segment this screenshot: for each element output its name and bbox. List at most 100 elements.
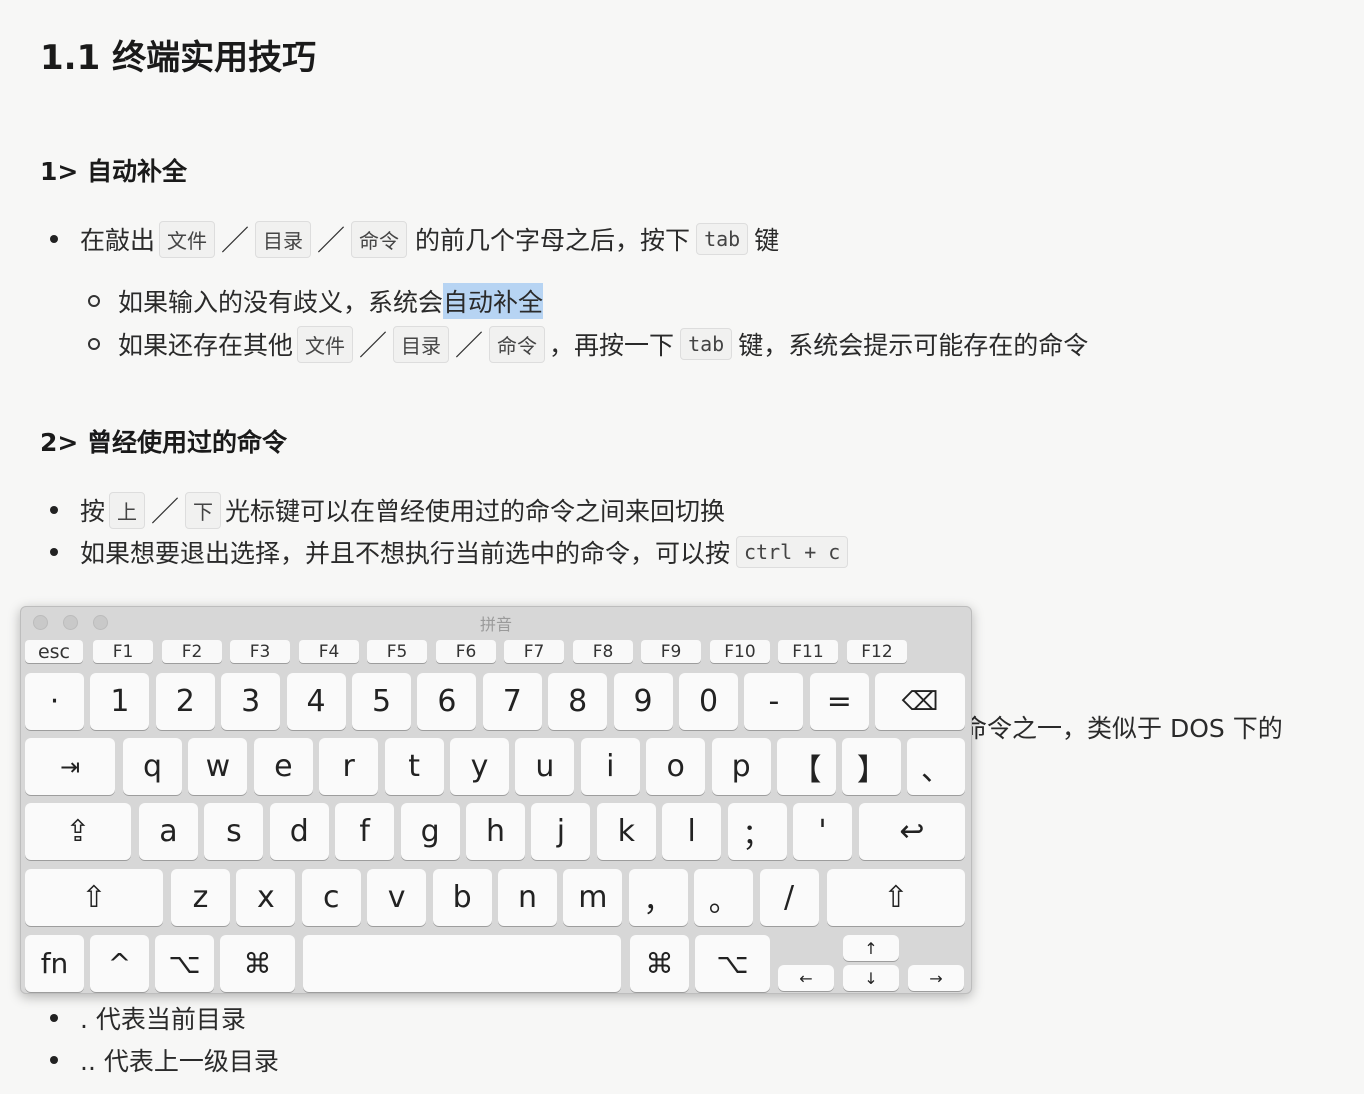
key-r2-4[interactable]: r [319,738,379,795]
key-r5-0[interactable]: fn [25,935,84,992]
key-r3-10[interactable]: ； [727,803,787,860]
key-r2-8[interactable]: i [580,738,640,795]
key-f7[interactable]: F7 [504,640,564,663]
key-r4-0[interactable]: ⇧ [25,869,163,926]
key-r1-7[interactable]: 7 [482,673,542,730]
bullet [50,548,58,556]
text: 光标键可以在曾经使用过的命令之间来回切换 [225,497,726,526]
inline-code: 目录 [255,220,312,258]
key-r3-12[interactable]: ↩ [859,803,965,860]
key-r2-5[interactable]: t [384,738,444,795]
key-r3-9[interactable]: l [662,803,722,860]
key-f11[interactable]: F11 [778,640,838,663]
key-r2-11[interactable]: 【 [777,738,836,795]
key-r5-6[interactable]: ⌥ [695,935,770,992]
key-r3-4[interactable]: f [335,803,395,860]
key-r1-1[interactable]: 1 [90,673,150,730]
key-f10[interactable]: F10 [710,640,770,663]
key-r4-3[interactable]: c [301,869,361,926]
key-r4-5[interactable]: b [432,869,492,926]
key-r4-7[interactable]: m [563,869,623,926]
key-r4-1[interactable]: z [171,869,230,926]
inline-code: 命令 [351,220,408,258]
arrow-down-key[interactable]: ↓ [843,965,899,991]
key-r4-2[interactable]: x [236,869,296,926]
key-r4-11[interactable]: ⇧ [827,869,965,926]
space-key[interactable] [303,935,621,992]
key-r2-1[interactable]: q [123,738,182,795]
key-r1-0[interactable]: · [25,673,84,730]
key-f1[interactable]: F1 [93,640,153,663]
key-r1-3[interactable]: 3 [221,673,281,730]
key-f6[interactable]: F6 [436,640,496,663]
key-r3-2[interactable]: s [204,803,264,860]
key-r2-6[interactable]: y [450,738,509,795]
key-r2-3[interactable]: e [253,738,313,795]
slash: ／ [151,495,180,528]
keyboard-title: 拼音 [479,615,512,634]
key-r4-6[interactable]: n [498,869,557,926]
key-r1-10[interactable]: 0 [679,673,738,730]
key-r1-12[interactable]: = [809,673,869,730]
key-r3-7[interactable]: j [531,803,591,860]
selected-text[interactable]: 自动补全 [443,283,544,319]
text: 键，系统会提示可能存在的命令 [738,331,1089,360]
inline-code: 目录 [393,325,450,363]
key-r3-5[interactable]: g [400,803,460,860]
key-f5[interactable]: F5 [367,640,427,663]
key-esc[interactable]: esc [25,640,83,663]
key-r5-2[interactable]: ⌥ [155,935,214,992]
key-f4[interactable]: F4 [299,640,359,663]
key-r2-7[interactable]: u [515,738,575,795]
partial-text: 命令之一，类似于 DOS 下的 [962,714,1283,743]
inline-code: 文件 [297,325,354,363]
key-r4-10[interactable]: / [759,869,819,926]
key-f2[interactable]: F2 [162,640,222,663]
key-r3-0[interactable]: ⇪ [25,803,131,860]
key-r2-12[interactable]: 】 [842,738,902,795]
key-r1-11[interactable]: - [744,673,804,730]
slash: ／ [455,329,484,362]
key-r5-5[interactable]: ⌘ [630,935,689,992]
key-r5-1[interactable]: ^ [90,935,149,992]
key-r3-1[interactable]: a [139,803,198,860]
arrow-up-key[interactable]: ↑ [843,935,899,961]
key-r1-2[interactable]: 2 [155,673,215,730]
key-r1-4[interactable]: 4 [286,673,346,730]
key-r2-9[interactable]: o [646,738,706,795]
key-r4-9[interactable]: 。 [694,869,754,926]
key-f9[interactable]: F9 [641,640,701,663]
list-item: 在敲出 文件 ／ 目录 ／ 命令 的前几个字母之后，按下 tab 键 [50,219,779,259]
key-r2-2[interactable]: w [188,738,248,795]
key-r3-8[interactable]: k [596,803,656,860]
page-title: 1.1 终端实用技巧 [40,38,317,78]
key-r2-10[interactable]: p [711,738,771,795]
inline-code: 文件 [159,220,216,258]
key-r1-13[interactable]: ⌫ [875,673,965,730]
key-r1-8[interactable]: 8 [548,673,608,730]
keyboard-viewer[interactable]: 拼音 esc F1 F2 F3 F4 F5 F6 F7 F8 F9 F10 F11 F12 · 1 2 3 4 5 6… [20,606,972,994]
section-heading-history: 2> 曾经使用过的命令 [40,428,288,457]
key-r3-3[interactable]: d [269,803,329,860]
key-r2-0[interactable]: ⇥ [25,738,115,795]
key-r1-6[interactable]: 6 [417,673,477,730]
key-r4-4[interactable]: v [367,869,427,926]
slash: ／ [359,329,388,362]
key-r3-11[interactable]: ' [793,803,852,860]
key-f3[interactable]: F3 [230,640,290,663]
text: .. 代表上一级目录 [80,1047,279,1076]
list-item: 按 上 ／ 下 光标键可以在曾经使用过的命令之间来回切换 [50,490,725,530]
key-r1-9[interactable]: 9 [613,673,673,730]
key-f8[interactable]: F8 [573,640,633,663]
slash: ／ [317,224,346,257]
key-r2-13[interactable]: 、 [907,738,965,795]
list-item: . 代表当前目录 [50,998,246,1038]
inline-code: ctrl + c [736,536,849,568]
key-r5-3[interactable]: ⌘ [220,935,295,992]
arrow-right-key[interactable]: → [908,965,964,991]
arrow-left-key[interactable]: ← [778,965,834,991]
key-r1-5[interactable]: 5 [352,673,411,730]
key-r4-8[interactable]: ， [628,869,688,926]
key-r3-6[interactable]: h [466,803,525,860]
key-f12[interactable]: F12 [847,640,907,663]
